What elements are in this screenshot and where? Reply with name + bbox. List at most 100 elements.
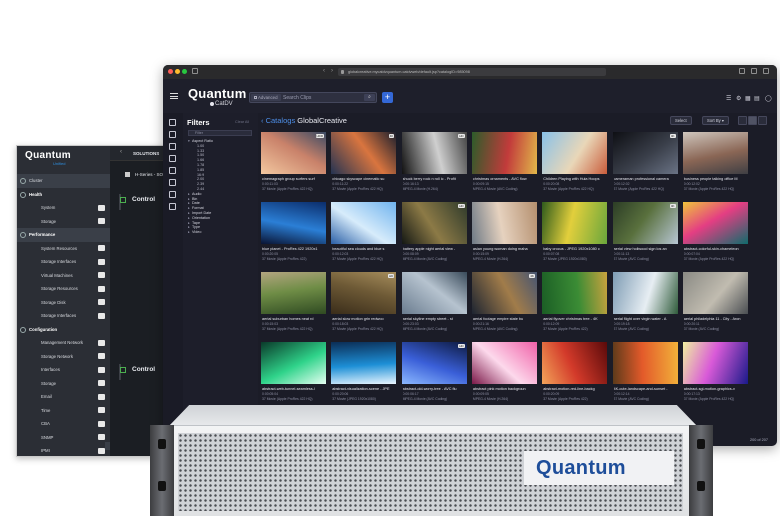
clip-card[interactable]: abstract-motion-red-line-backg 0:00:20:09… [542,342,608,404]
panel-icon[interactable]: ▤ [754,95,760,102]
clip-thumbnail[interactable] [331,202,397,244]
clip-card[interactable]: abstract-visualization-scene - JPE 0:00:2… [331,342,397,404]
clip-thumbnail[interactable]: 4K [612,132,678,174]
grid-view-button[interactable] [748,116,757,125]
clip-thumbnail[interactable]: 4K [612,202,678,244]
user-icon[interactable]: ◯ [765,95,772,102]
clip-card[interactable]: 4K aerial view holiwood sign los an 0:00:1… [612,202,678,264]
clip-card[interactable]: HDR cinemagraph group surfers surf 0:00:11… [261,132,326,194]
management-nav-item[interactable]: Configuration [17,323,110,337]
control-checkbox-1[interactable] [120,197,126,203]
management-nav-item[interactable]: Storage [17,215,110,229]
management-nav-item[interactable]: Storage Resources [17,282,110,296]
clip-thumbnail[interactable] [471,342,537,384]
sidebar-toggle-icon[interactable] [192,68,198,74]
clip-thumbnail[interactable]: HDR [261,132,326,174]
search-button[interactable]: ⌕ [364,94,375,101]
clip-card[interactable]: aerial flight over virgin water - A 0:00:… [612,272,678,334]
list-view-icon[interactable] [169,167,176,174]
management-nav-item[interactable]: Storage [17,377,110,391]
management-nav-item[interactable]: Health [17,188,110,202]
clip-thumbnail[interactable] [471,132,537,174]
management-nav-item[interactable]: Storage Network [17,350,110,364]
search-input[interactable]: Search Clips [283,94,311,102]
clip-card[interactable]: Children Playing with Hula Hoops 0:00:20:… [542,132,608,194]
clip-card[interactable]: HD shuck berry rock n roll ic - Profit 0:0… [401,132,467,194]
management-nav-item[interactable]: Virtual Machines [17,269,110,283]
sort-by-dropdown[interactable]: Sort By ▾ [702,116,729,125]
settings-icon[interactable] [169,191,176,198]
clear-all-link[interactable]: Clear All [235,120,249,124]
list-view-button[interactable] [738,116,747,125]
clip-card[interactable]: HD aerial slow motion grin redwoo 0:00:18:… [331,272,397,334]
clip-thumbnail[interactable] [261,272,326,314]
clip-thumbnail[interactable] [261,342,326,384]
clip-thumbnail[interactable] [612,272,678,314]
clip-card[interactable]: beautiful sea clouds and blue s 0:00:12:0… [331,202,397,264]
detail-view-button[interactable] [758,116,767,125]
management-nav-item[interactable]: Storage Disk [17,296,110,310]
management-nav-item[interactable]: Storage Interfaces [17,255,110,269]
clip-card[interactable]: aerial suburban homes neat rd 0:00:15:03 3… [261,272,326,334]
window-close-button[interactable] [168,69,173,74]
clip-thumbnail[interactable] [542,132,608,174]
forward-arrow-icon[interactable]: › [331,68,333,74]
clip-thumbnail[interactable]: 4K [471,272,537,314]
list-icon[interactable]: ☰ [726,95,731,102]
tabs-overview-icon[interactable] [763,68,769,74]
clip-card[interactable]: 4K aerial footage empire state bu 0:00:21:… [471,272,537,334]
management-nav-item[interactable]: Email [17,390,110,404]
home-icon[interactable] [169,119,176,126]
management-nav-item[interactable]: System [17,201,110,215]
address-bar[interactable]: globalcreative.mycatdvquantum.catdvweb/d… [338,68,606,76]
gear-icon[interactable]: ⚙ [736,95,741,102]
folder-icon[interactable] [169,143,176,150]
clip-thumbnail[interactable] [261,202,326,244]
clip-card[interactable]: 4K chicago skyscape cinematic su 0:00:11:2… [331,132,397,194]
clip-thumbnail[interactable] [542,272,608,314]
clip-card[interactable]: abstract-colorful-skin-chameleon 0:00:07:… [682,202,748,264]
clip-thumbnail[interactable] [401,272,467,314]
clip-thumbnail[interactable] [612,342,678,384]
clip-card[interactable]: blue planet - ProRes 422 1920x1 0:00:20:0… [261,202,326,264]
clip-thumbnail[interactable]: HD [401,342,467,384]
menu-icon[interactable] [170,93,178,99]
select-button[interactable]: Select [670,116,692,125]
management-nav-item[interactable]: Storage Interfaces [17,309,110,323]
filter-input[interactable]: Filter [188,130,252,136]
clip-thumbnail[interactable] [542,342,608,384]
clip-thumbnail[interactable] [682,202,748,244]
clip-card[interactable]: asian young woman doing maha 0:00:15:09 MP… [471,202,537,264]
catalog-icon[interactable] [169,131,176,138]
management-nav-item[interactable]: IPMI [17,444,110,456]
clip-card[interactable]: business people talking office M 0:00:12:… [682,132,748,194]
back-arrow-icon[interactable]: ‹ [323,68,325,74]
management-nav-item[interactable]: CBA [17,417,110,431]
management-nav-item[interactable]: Interfaces [17,363,110,377]
management-nav-item[interactable]: Performance [17,228,110,242]
clip-thumbnail[interactable]: HD [401,132,467,174]
clip-card[interactable]: abstract-web-tunnel-seamless-l 0:00:05:04… [261,342,326,404]
clip-thumbnail[interactable] [682,342,748,384]
clip-card[interactable]: baby crocus - JPEG 1920x1080 c 0:00:07:08… [542,202,608,264]
management-nav-item[interactable]: Time [17,404,110,418]
clip-thumbnail[interactable] [682,272,748,314]
new-tab-icon[interactable] [751,68,757,74]
clip-card[interactable]: 4K cameraman professional camera 0:00:12:0… [612,132,678,194]
funnel-icon[interactable] [169,203,176,210]
table-icon[interactable] [169,155,176,162]
clip-card[interactable]: christmas ornaments - AVC flow 0:00:09:15… [471,132,537,194]
control-checkbox-2[interactable] [120,367,126,373]
window-maximize-button[interactable] [182,69,187,74]
clip-thumbnail[interactable] [682,132,748,174]
clip-card[interactable]: abstract-sgi-motion-graphics-v 0:00:17:13… [682,342,748,404]
clip-thumbnail[interactable]: HD [401,202,467,244]
clip-card[interactable]: aerial skyline empty street - st 0:00:23:… [401,272,467,334]
clip-card[interactable]: abstract pink motion backgroun 0:00:09:05… [471,342,537,404]
share-icon[interactable] [739,68,745,74]
breadcrumb-catalogs[interactable]: Catalogs [266,116,296,125]
clip-card[interactable]: aerial philadelphia 11 - City - Aron 0:00… [682,272,748,334]
clip-thumbnail[interactable]: 4K [331,132,397,174]
back-chevron-icon[interactable]: ‹ [120,149,122,155]
clip-card[interactable]: 4K-cute-landscape-and-sunset -0:00:12:14… [612,342,678,404]
